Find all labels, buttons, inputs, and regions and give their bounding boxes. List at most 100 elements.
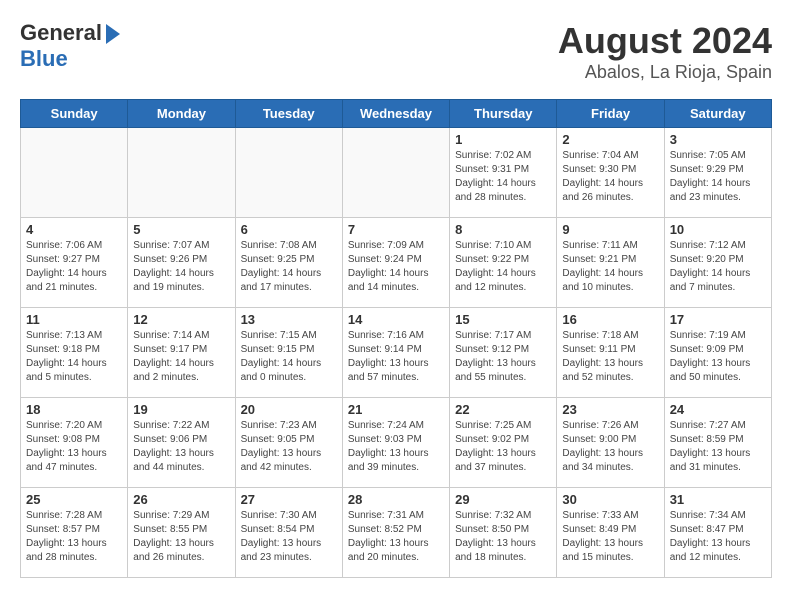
weekday-wednesday: Wednesday	[342, 100, 449, 128]
calendar-week-1: 1 Sunrise: 7:02 AM Sunset: 9:31 PM Daylig…	[21, 128, 772, 218]
day-info: Sunrise: 7:19 AM Sunset: 9:09 PM Dayligh…	[670, 329, 766, 385]
day-number: 27	[241, 492, 337, 507]
day-number: 1	[455, 132, 551, 147]
calendar-week-4: 18 Sunrise: 7:20 AM Sunset: 9:08 PM Dayli…	[21, 398, 772, 488]
day-number: 21	[348, 402, 444, 417]
weekday-friday: Friday	[557, 100, 664, 128]
day-info: Sunrise: 7:33 AM Sunset: 8:49 PM Dayligh…	[562, 509, 658, 565]
calendar-cell: 10Sunrise: 7:12 AM Sunset: 9:20 PM Dayli…	[664, 218, 771, 308]
calendar-cell: 20 Sunrise: 7:23 AM Sunset: 9:05 PM Dayli…	[235, 398, 342, 488]
calendar-cell: 9 Sunrise: 7:11 AM Sunset: 9:21 PM Daylig…	[557, 218, 664, 308]
day-info: Sunrise: 7:24 AM Sunset: 9:03 PM Dayligh…	[348, 419, 444, 475]
calendar-cell: 11Sunrise: 7:13 AM Sunset: 9:18 PM Dayli…	[21, 308, 128, 398]
calendar-cell: 8 Sunrise: 7:10 AM Sunset: 9:22 PM Daylig…	[450, 218, 557, 308]
calendar-cell: 31 Sunrise: 7:34 AM Sunset: 8:47 PM Dayli…	[664, 488, 771, 578]
day-info: Sunrise: 7:25 AM Sunset: 9:02 PM Dayligh…	[455, 419, 551, 475]
day-number: 13	[241, 312, 337, 327]
calendar-cell: 27 Sunrise: 7:30 AM Sunset: 8:54 PM Dayli…	[235, 488, 342, 578]
calendar-cell	[21, 128, 128, 218]
calendar-cell: 23 Sunrise: 7:26 AM Sunset: 9:00 PM Dayli…	[557, 398, 664, 488]
weekday-monday: Monday	[128, 100, 235, 128]
day-number: 24	[670, 402, 766, 417]
calendar-cell: 3 Sunrise: 7:05 AM Sunset: 9:29 PM Daylig…	[664, 128, 771, 218]
day-info: Sunrise: 7:20 AM Sunset: 9:08 PM Dayligh…	[26, 419, 122, 475]
calendar-cell	[235, 128, 342, 218]
day-number: 2	[562, 132, 658, 147]
day-number: 12	[133, 312, 229, 327]
day-number: 10	[670, 222, 766, 237]
calendar-cell: 15 Sunrise: 7:17 AM Sunset: 9:12 PM Dayli…	[450, 308, 557, 398]
day-number: 3	[670, 132, 766, 147]
logo-triangle-icon	[106, 24, 120, 44]
day-number: 20	[241, 402, 337, 417]
calendar-table: SundayMondayTuesdayWednesdayThursdayFrid…	[20, 99, 772, 578]
day-number: 8	[455, 222, 551, 237]
day-info: Sunrise: 7:11 AM Sunset: 9:21 PM Dayligh…	[562, 239, 658, 295]
day-number: 15	[455, 312, 551, 327]
day-info: Sunrise: 7:30 AM Sunset: 8:54 PM Dayligh…	[241, 509, 337, 565]
day-number: 4	[26, 222, 122, 237]
day-number: 23	[562, 402, 658, 417]
day-info: Sunrise: 7:22 AM Sunset: 9:06 PM Dayligh…	[133, 419, 229, 475]
weekday-tuesday: Tuesday	[235, 100, 342, 128]
calendar-cell: 29 Sunrise: 7:32 AM Sunset: 8:50 PM Dayli…	[450, 488, 557, 578]
day-info: Sunrise: 7:31 AM Sunset: 8:52 PM Dayligh…	[348, 509, 444, 565]
calendar-cell: 13Sunrise: 7:15 AM Sunset: 9:15 PM Dayli…	[235, 308, 342, 398]
day-info: Sunrise: 7:17 AM Sunset: 9:12 PM Dayligh…	[455, 329, 551, 385]
day-info: Sunrise: 7:29 AM Sunset: 8:55 PM Dayligh…	[133, 509, 229, 565]
calendar-cell: 14Sunrise: 7:16 AM Sunset: 9:14 PM Dayli…	[342, 308, 449, 398]
day-info: Sunrise: 7:02 AM Sunset: 9:31 PM Dayligh…	[455, 149, 551, 205]
calendar-cell	[342, 128, 449, 218]
calendar-cell: 21 Sunrise: 7:24 AM Sunset: 9:03 PM Dayli…	[342, 398, 449, 488]
day-info: Sunrise: 7:07 AM Sunset: 9:26 PM Dayligh…	[133, 239, 229, 295]
day-number: 29	[455, 492, 551, 507]
day-info: Sunrise: 7:26 AM Sunset: 9:00 PM Dayligh…	[562, 419, 658, 475]
day-number: 22	[455, 402, 551, 417]
day-number: 17	[670, 312, 766, 327]
weekday-header-row: SundayMondayTuesdayWednesdayThursdayFrid…	[21, 100, 772, 128]
day-number: 28	[348, 492, 444, 507]
weekday-thursday: Thursday	[450, 100, 557, 128]
day-number: 5	[133, 222, 229, 237]
calendar-week-3: 11Sunrise: 7:13 AM Sunset: 9:18 PM Dayli…	[21, 308, 772, 398]
month-title: August 2024	[558, 20, 772, 62]
day-number: 18	[26, 402, 122, 417]
calendar-cell	[128, 128, 235, 218]
day-number: 6	[241, 222, 337, 237]
day-info: Sunrise: 7:16 AM Sunset: 9:14 PM Dayligh…	[348, 329, 444, 385]
day-number: 11	[26, 312, 122, 327]
calendar-cell: 17 Sunrise: 7:19 AM Sunset: 9:09 PM Dayli…	[664, 308, 771, 398]
calendar-week-5: 25 Sunrise: 7:28 AM Sunset: 8:57 PM Dayli…	[21, 488, 772, 578]
calendar-cell: 4 Sunrise: 7:06 AM Sunset: 9:27 PM Daylig…	[21, 218, 128, 308]
day-info: Sunrise: 7:08 AM Sunset: 9:25 PM Dayligh…	[241, 239, 337, 295]
day-info: Sunrise: 7:04 AM Sunset: 9:30 PM Dayligh…	[562, 149, 658, 205]
day-info: Sunrise: 7:32 AM Sunset: 8:50 PM Dayligh…	[455, 509, 551, 565]
day-info: Sunrise: 7:34 AM Sunset: 8:47 PM Dayligh…	[670, 509, 766, 565]
day-info: Sunrise: 7:28 AM Sunset: 8:57 PM Dayligh…	[26, 509, 122, 565]
day-number: 19	[133, 402, 229, 417]
day-info: Sunrise: 7:05 AM Sunset: 9:29 PM Dayligh…	[670, 149, 766, 205]
calendar-cell: 16Sunrise: 7:18 AM Sunset: 9:11 PM Dayli…	[557, 308, 664, 398]
day-number: 25	[26, 492, 122, 507]
day-info: Sunrise: 7:06 AM Sunset: 9:27 PM Dayligh…	[26, 239, 122, 295]
location-title: Abalos, La Rioja, Spain	[558, 62, 772, 83]
day-info: Sunrise: 7:10 AM Sunset: 9:22 PM Dayligh…	[455, 239, 551, 295]
calendar-cell: 12Sunrise: 7:14 AM Sunset: 9:17 PM Dayli…	[128, 308, 235, 398]
calendar-cell: 7Sunrise: 7:09 AM Sunset: 9:24 PM Daylig…	[342, 218, 449, 308]
logo-blue-text: Blue	[20, 46, 68, 72]
calendar-cell: 28 Sunrise: 7:31 AM Sunset: 8:52 PM Dayli…	[342, 488, 449, 578]
weekday-sunday: Sunday	[21, 100, 128, 128]
day-number: 9	[562, 222, 658, 237]
calendar-week-2: 4 Sunrise: 7:06 AM Sunset: 9:27 PM Daylig…	[21, 218, 772, 308]
day-number: 31	[670, 492, 766, 507]
calendar-cell: 26Sunrise: 7:29 AM Sunset: 8:55 PM Dayli…	[128, 488, 235, 578]
logo-general-text: General	[20, 20, 102, 46]
calendar-cell: 6 Sunrise: 7:08 AM Sunset: 9:25 PM Daylig…	[235, 218, 342, 308]
calendar-cell: 22 Sunrise: 7:25 AM Sunset: 9:02 PM Dayli…	[450, 398, 557, 488]
calendar-cell: 30Sunrise: 7:33 AM Sunset: 8:49 PM Dayli…	[557, 488, 664, 578]
day-info: Sunrise: 7:27 AM Sunset: 8:59 PM Dayligh…	[670, 419, 766, 475]
day-number: 7	[348, 222, 444, 237]
calendar-cell: 5 Sunrise: 7:07 AM Sunset: 9:26 PM Daylig…	[128, 218, 235, 308]
day-info: Sunrise: 7:23 AM Sunset: 9:05 PM Dayligh…	[241, 419, 337, 475]
title-block: August 2024 Abalos, La Rioja, Spain	[558, 20, 772, 83]
